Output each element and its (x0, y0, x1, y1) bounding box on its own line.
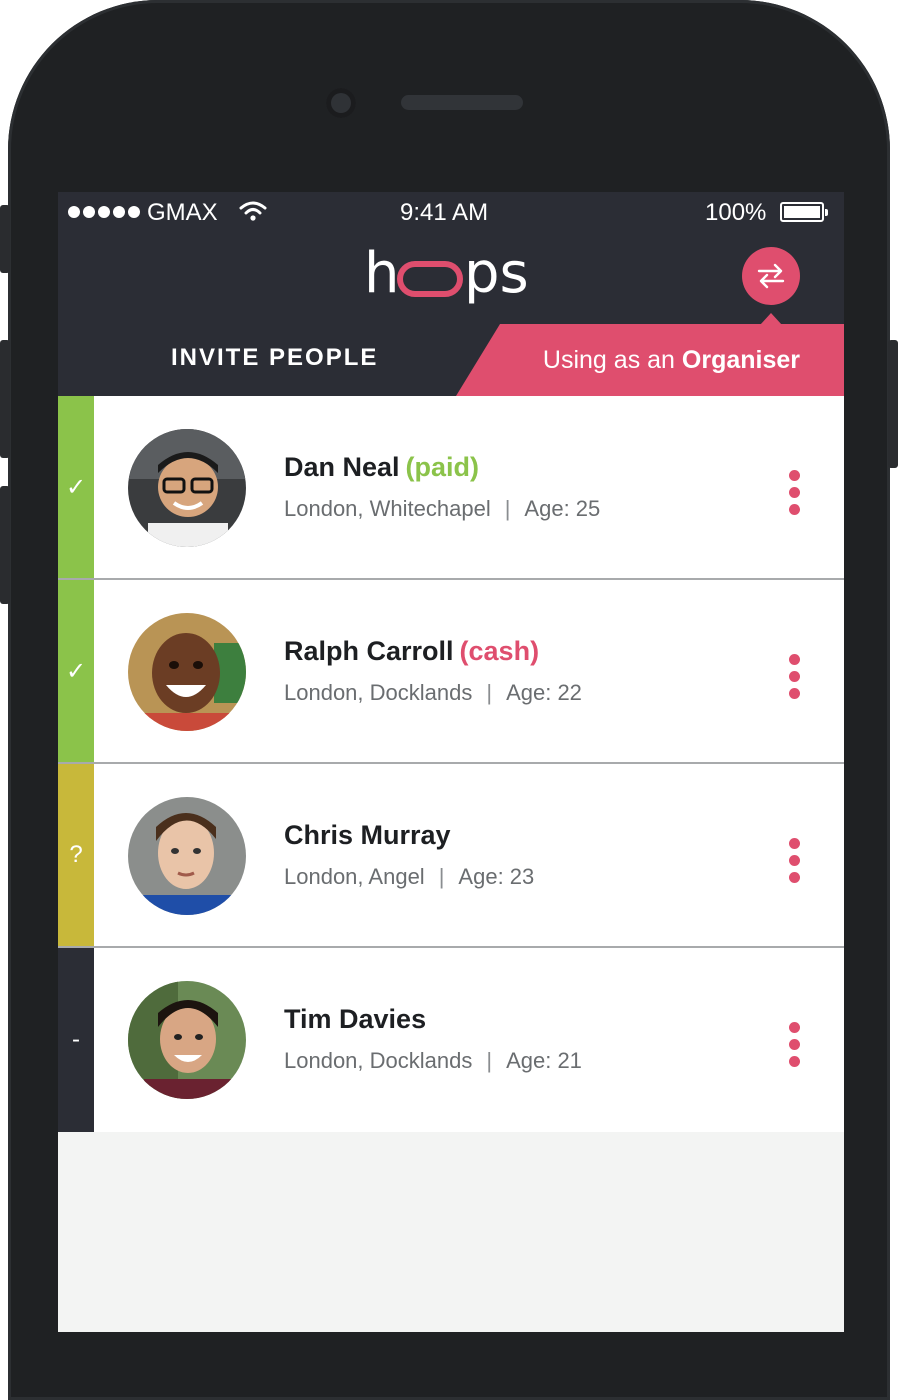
payment-tag: (cash) (459, 636, 540, 666)
power-button (888, 340, 898, 468)
status-bar: GMAX 9:41 AM 100% (58, 192, 844, 232)
volume-up-button (0, 340, 10, 458)
role-banner: Using as an Organiser (456, 324, 844, 396)
person-name: Ralph Carroll (cash) (284, 636, 539, 667)
more-options-icon[interactable] (782, 470, 806, 516)
app-header: GMAX 9:41 AM 100% h ps INVITE PEOPLE Usi (58, 192, 844, 396)
person-age: Age: 25 (524, 496, 601, 521)
person-location: London, Docklands (284, 680, 473, 705)
list-item[interactable]: ✓ Dan Neal (paid) London, Whitechapel | … (58, 396, 844, 580)
person-name: Dan Neal (paid) (284, 452, 479, 483)
app-screen: GMAX 9:41 AM 100% h ps INVITE PEOPLE Usi (58, 192, 844, 1332)
swap-arrows-icon (757, 263, 785, 289)
svg-text:ps: ps (464, 242, 529, 306)
more-options-icon[interactable] (782, 838, 806, 884)
status-time: 9:41 AM (400, 199, 489, 226)
more-options-icon[interactable] (782, 1022, 806, 1068)
payment-tag: (paid) (405, 452, 480, 482)
battery-percentage: 100% (705, 199, 767, 226)
person-location: London, Angel (284, 864, 425, 889)
avatar (128, 797, 246, 915)
hoops-logo: h ps (364, 242, 529, 306)
person-meta: London, Docklands | Age: 22 (284, 680, 582, 705)
person-age: Age: 23 (458, 864, 535, 889)
person-age: Age: 22 (506, 680, 582, 705)
person-name-text: Tim Davies (284, 1004, 427, 1034)
earpiece-speaker (401, 95, 523, 110)
status-indicator: ✓ (58, 580, 94, 762)
more-options-icon[interactable] (782, 654, 806, 700)
status-symbol: ✓ (65, 657, 87, 685)
person-meta: London, Whitechapel | Age: 25 (284, 496, 601, 521)
person-name-text: Ralph Carroll (284, 636, 454, 666)
person-name-text: Dan Neal (284, 452, 400, 482)
status-indicator: ✓ (58, 396, 94, 578)
avatar (128, 613, 246, 731)
role-banner-pointer (760, 313, 782, 325)
status-symbol: ? (69, 841, 83, 868)
person-name: Tim Davies (284, 1004, 432, 1035)
person-meta: London, Angel | Age: 23 (284, 864, 535, 889)
status-indicator: - (58, 948, 94, 1132)
page-title: INVITE PEOPLE (171, 344, 379, 371)
carrier-name: GMAX (147, 199, 218, 226)
list-item[interactable]: ✓ Ralph Carroll (cash) London, Docklands |… (58, 580, 844, 764)
person-location: London, Docklands (284, 1048, 473, 1073)
role-switch-button[interactable] (742, 247, 800, 305)
person-name-text: Chris Murray (284, 820, 451, 850)
svg-text:h: h (364, 242, 400, 306)
role-label: Using as an Organiser (543, 346, 800, 375)
person-location: London, Whitechapel (284, 496, 491, 521)
list-item[interactable]: ? Chris Murray London, Angel | Age: 23 (58, 764, 844, 948)
people-list: ✓ Dan Neal (paid) London, Whitechapel | … (58, 396, 844, 1132)
volume-down-button (0, 486, 10, 604)
signal-strength-icon (68, 206, 140, 218)
list-item[interactable]: - Tim Davies London, Docklands | Age: 21 (58, 948, 844, 1132)
wifi-icon (239, 201, 267, 221)
avatar (128, 981, 246, 1099)
battery-icon (780, 202, 828, 222)
role-value: Organiser (681, 346, 800, 374)
avatar (128, 429, 246, 547)
role-prefix: Using as an (542, 346, 682, 374)
person-meta: London, Docklands | Age: 21 (284, 1048, 582, 1073)
front-camera (326, 88, 356, 118)
status-symbol: ✓ (65, 473, 87, 501)
status-indicator: ? (58, 764, 94, 946)
status-symbol: - (72, 1026, 80, 1053)
person-name: Chris Murray (284, 820, 457, 851)
mute-switch (0, 205, 10, 273)
person-age: Age: 21 (506, 1048, 582, 1073)
